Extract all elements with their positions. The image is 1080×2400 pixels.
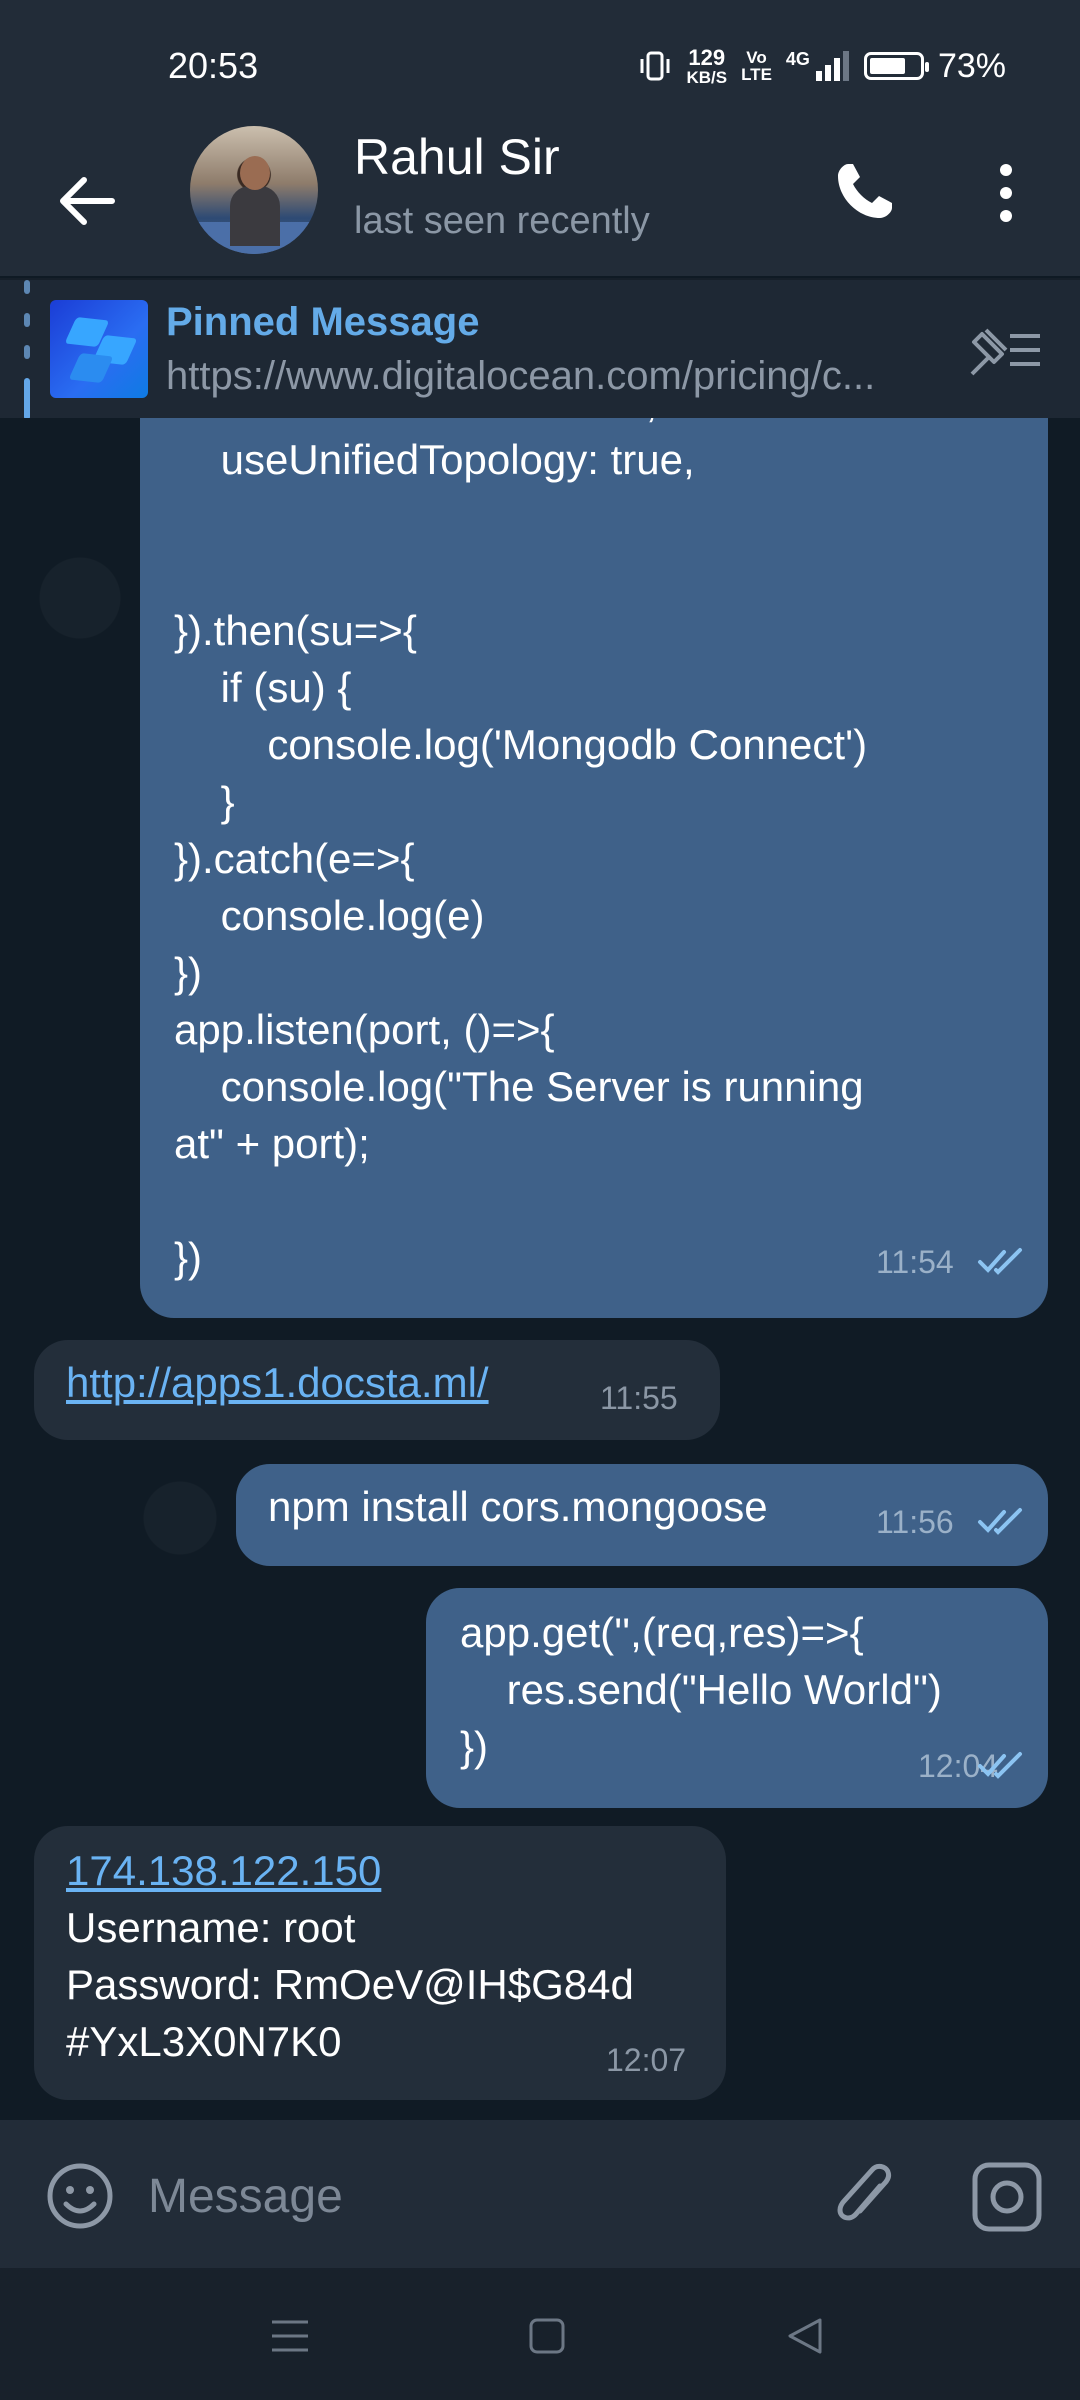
message-text: Username: root Password: RmOeV@IH$G84d #…: [66, 1904, 634, 2065]
net-speed-unit: KB/S: [686, 67, 728, 87]
network-type: 4G: [785, 49, 810, 69]
message-input-bar: [0, 2120, 1080, 2268]
signal-icon: [815, 51, 849, 81]
message-text: app.get('',(req,res)=>{ res.send("Hello …: [460, 1609, 942, 1770]
camera-icon[interactable]: [970, 2160, 1044, 2234]
battery-fill: [869, 58, 905, 74]
message-bubble[interactable]: app.get('',(req,res)=>{ res.send("Hello …: [426, 1588, 1048, 1808]
pinned-text: https://www.digitalocean.com/pricing/c..…: [166, 354, 876, 398]
double-check-icon: [978, 1248, 1022, 1275]
system-nav-bar: [0, 2268, 1080, 2400]
avatar[interactable]: [190, 126, 318, 254]
home-icon[interactable]: [528, 2316, 566, 2356]
message-text: npm install cors.mongoose: [268, 1483, 768, 1530]
double-check-icon: [978, 1752, 1022, 1779]
battery-percent: 73%: [937, 46, 1006, 85]
message-bubble[interactable]: 174.138.122.150 Username: root Password:…: [34, 1826, 726, 2100]
contact-status: last seen recently: [354, 200, 650, 242]
paperclip-icon[interactable]: [830, 2156, 900, 2236]
pinned-title: Pinned Message: [166, 300, 480, 344]
pin-indicator: [24, 280, 30, 420]
back-arrow-icon[interactable]: [50, 166, 120, 236]
nav-back-icon[interactable]: [784, 2314, 826, 2358]
pin-list-icon[interactable]: [964, 316, 1044, 382]
message-bubble[interactable]: http://apps1.docsta.ml/ 11:55: [34, 1340, 720, 1440]
pinned-message[interactable]: Pinned Message https://www.digitalocean.…: [0, 278, 1080, 420]
message-time: 11:55: [600, 1380, 678, 1416]
emoji-icon[interactable]: [44, 2160, 116, 2232]
net-speed: 129 KB/S: [686, 44, 728, 87]
message-time: 12:07: [606, 2042, 687, 2078]
volte-bottom: LTE: [741, 65, 772, 84]
signal-group: 4G: [786, 49, 850, 83]
battery-icon: [863, 52, 929, 80]
message-bubble[interactable]: useNewUrlParser: true, useUnifiedTopolog…: [140, 418, 1048, 1318]
message-time: 11:54: [876, 1244, 954, 1280]
volte-top: Vo: [746, 48, 767, 67]
message-time: 11:56: [876, 1504, 954, 1540]
message-text: useNewUrlParser: true, useUnifiedTopolog…: [174, 418, 868, 1281]
volte-indicator: Vo LTE: [741, 49, 772, 83]
recent-apps-icon[interactable]: [270, 2316, 310, 2356]
phone-icon[interactable]: [830, 158, 898, 226]
status-bar: 20:53 129 KB/S Vo LTE 4G 73%: [0, 0, 1080, 132]
status-time: 20:53: [168, 45, 259, 86]
message-input[interactable]: [148, 2154, 788, 2238]
message-link[interactable]: 174.138.122.150: [66, 1842, 381, 1899]
message-bubble[interactable]: npm install cors.mongoose 11:56: [236, 1464, 1048, 1566]
pinned-thumbnail: [50, 300, 148, 398]
chat-area[interactable]: useNewUrlParser: true, useUnifiedTopolog…: [0, 418, 1080, 2120]
double-check-icon: [978, 1508, 1022, 1535]
more-vertical-icon[interactable]: [986, 160, 1026, 226]
net-speed-value: 129: [688, 44, 726, 70]
message-link[interactable]: http://apps1.docsta.ml/: [66, 1354, 489, 1411]
contact-name[interactable]: Rahul Sir: [354, 128, 560, 186]
status-indicators: 129 KB/S Vo LTE 4G 73%: [638, 44, 1006, 87]
vibrate-icon: [640, 51, 670, 81]
